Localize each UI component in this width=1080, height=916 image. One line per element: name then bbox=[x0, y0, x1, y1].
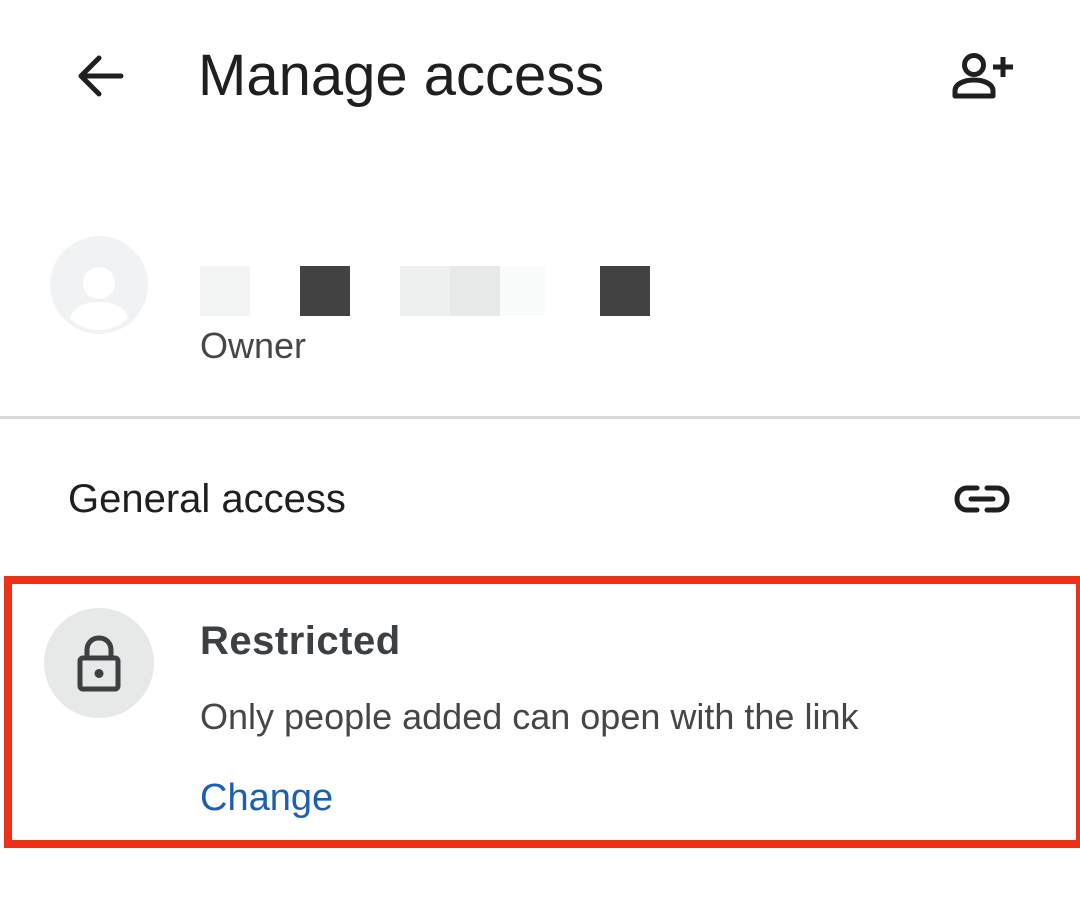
access-level-title: Restricted bbox=[200, 619, 401, 663]
back-button[interactable] bbox=[60, 36, 140, 116]
page-title: Manage access bbox=[198, 43, 605, 108]
lock-icon bbox=[77, 635, 121, 692]
person-avatar-icon bbox=[70, 267, 128, 330]
redaction-block bbox=[450, 266, 500, 316]
divider bbox=[0, 416, 1080, 419]
redaction-block bbox=[200, 266, 250, 316]
redaction-block bbox=[400, 266, 450, 316]
access-level-description: Only people added can open with the link bbox=[200, 696, 859, 737]
owner-name-redacted bbox=[200, 266, 660, 316]
redaction-block bbox=[500, 266, 545, 316]
link-icon bbox=[954, 485, 1010, 513]
general-access-heading: General access bbox=[68, 477, 346, 521]
change-access-link[interactable]: Change bbox=[200, 774, 333, 822]
avatar bbox=[50, 236, 148, 334]
redaction-block bbox=[600, 266, 650, 316]
lock-icon-container bbox=[44, 608, 154, 718]
person-add-icon bbox=[952, 53, 1013, 99]
owner-role: Owner bbox=[200, 325, 307, 366]
add-people-button[interactable] bbox=[940, 36, 1024, 116]
owner-row[interactable]: Owner bbox=[0, 220, 1080, 400]
copy-link-button[interactable] bbox=[944, 466, 1020, 532]
redaction-block bbox=[300, 266, 350, 316]
arrow-back-icon bbox=[78, 55, 124, 97]
manage-access-screen: Manage access Owner General access Restr… bbox=[0, 0, 1080, 916]
